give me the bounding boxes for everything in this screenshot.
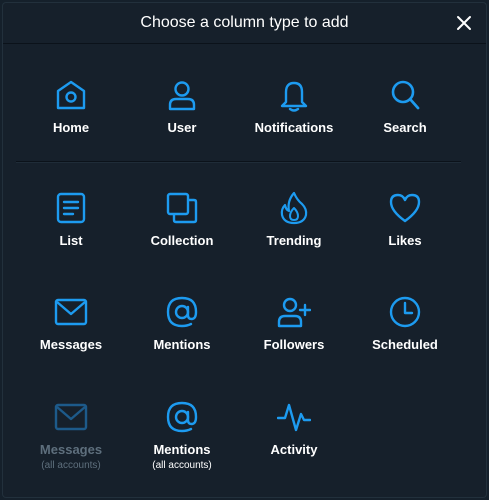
envelope-icon	[54, 298, 88, 326]
column-option-mentions[interactable]: Mentions	[127, 295, 237, 373]
column-option-label: List	[59, 233, 83, 248]
bell-icon	[280, 81, 308, 112]
list-icon	[56, 192, 86, 224]
dialog-title: Choose a column type to add	[140, 14, 349, 31]
collection-icon	[166, 192, 198, 224]
column-option-scheduled[interactable]: Scheduled	[350, 295, 460, 373]
column-option-label: Messages	[39, 442, 103, 457]
column-option-label: Followers	[263, 337, 325, 352]
clock-icon	[389, 296, 421, 328]
column-option-label: Search	[383, 120, 427, 135]
column-option-collection[interactable]: Collection	[127, 191, 237, 269]
user-icon	[168, 81, 196, 111]
column-option-messages[interactable]: Messages	[16, 295, 126, 373]
column-option-label: Notifications	[254, 120, 334, 135]
column-option-label: Trending	[266, 233, 322, 248]
column-option-label: Mentions	[153, 442, 211, 457]
at-icon	[166, 401, 198, 433]
column-option-likes[interactable]: Likes	[350, 191, 460, 269]
column-option-mentions-all-accounts[interactable]: Mentions (all accounts)	[127, 400, 237, 478]
flame-icon	[280, 191, 308, 225]
column-option-user[interactable]: User	[127, 78, 237, 156]
column-option-search[interactable]: Search	[350, 78, 460, 156]
heart-icon	[389, 193, 421, 223]
column-option-label: Messages	[39, 337, 103, 352]
activity-icon	[277, 403, 311, 432]
user-plus-icon	[277, 297, 311, 328]
column-option-followers[interactable]: Followers	[239, 295, 349, 373]
column-option-label: Scheduled	[372, 337, 438, 352]
column-option-label: Mentions	[153, 337, 211, 352]
column-option-list[interactable]: List	[16, 191, 126, 269]
column-option-notifications[interactable]: Notifications	[239, 78, 349, 156]
search-icon	[391, 80, 420, 110]
column-option-label: Activity	[270, 442, 318, 457]
at-icon	[166, 296, 198, 328]
column-option-activity[interactable]: Activity	[239, 400, 349, 478]
column-option-label: Home	[52, 120, 90, 135]
column-option-label: Likes	[388, 233, 422, 248]
column-option-sublabel: (all accounts)	[152, 460, 212, 471]
column-option-label: User	[167, 120, 197, 135]
section-divider	[16, 161, 461, 163]
envelope-icon	[54, 403, 88, 431]
dialog-header: Choose a column type to add	[3, 3, 486, 44]
column-option-messages-all-accounts: Messages (all accounts)	[16, 400, 126, 478]
column-option-trending[interactable]: Trending	[239, 191, 349, 269]
column-option-label: Collection	[150, 233, 214, 248]
home-icon	[56, 80, 86, 110]
column-option-sublabel: (all accounts)	[41, 460, 101, 471]
close-icon[interactable]	[456, 15, 472, 31]
add-column-dialog: Choose a column type to add Home User No…	[3, 3, 486, 497]
column-option-home[interactable]: Home	[16, 78, 126, 156]
